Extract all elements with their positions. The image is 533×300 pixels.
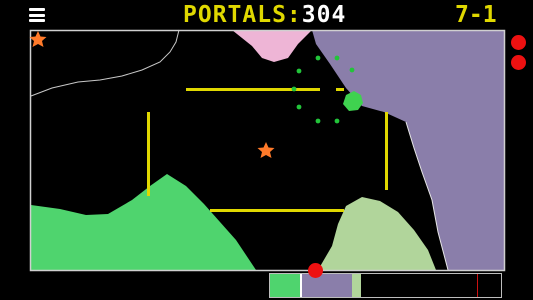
- progress-segment-pale-green: [352, 274, 361, 297]
- ring-dot: [315, 55, 321, 61]
- player-marker-dot: [308, 263, 323, 278]
- game-screen: PORTALS: 304 7-1: [0, 0, 533, 300]
- ring-dot: [334, 55, 340, 61]
- portal-bar: [336, 88, 344, 91]
- progress-bar: [269, 273, 502, 298]
- ring-dot: [291, 86, 297, 92]
- green-region: [31, 174, 256, 270]
- game-arena: [29, 29, 506, 272]
- portal-bar: [186, 88, 320, 91]
- progress-segment-green: [270, 274, 300, 297]
- ring-dot: [296, 104, 302, 110]
- ring-dot: [315, 118, 321, 124]
- portal-bar: [385, 112, 388, 190]
- ring-dot: [334, 118, 340, 124]
- ring-dot: [296, 68, 302, 74]
- progress-segment-lavender: [302, 274, 352, 297]
- portal-bar: [147, 112, 150, 196]
- pink-region: [232, 30, 312, 62]
- trail-line: [30, 29, 180, 97]
- hazard-star: [257, 142, 275, 158]
- hazard-star: [29, 31, 47, 47]
- ring-dot: [349, 67, 355, 73]
- pale-green-region: [318, 197, 436, 270]
- portal-bar: [210, 209, 344, 212]
- progress-marker: [477, 274, 478, 297]
